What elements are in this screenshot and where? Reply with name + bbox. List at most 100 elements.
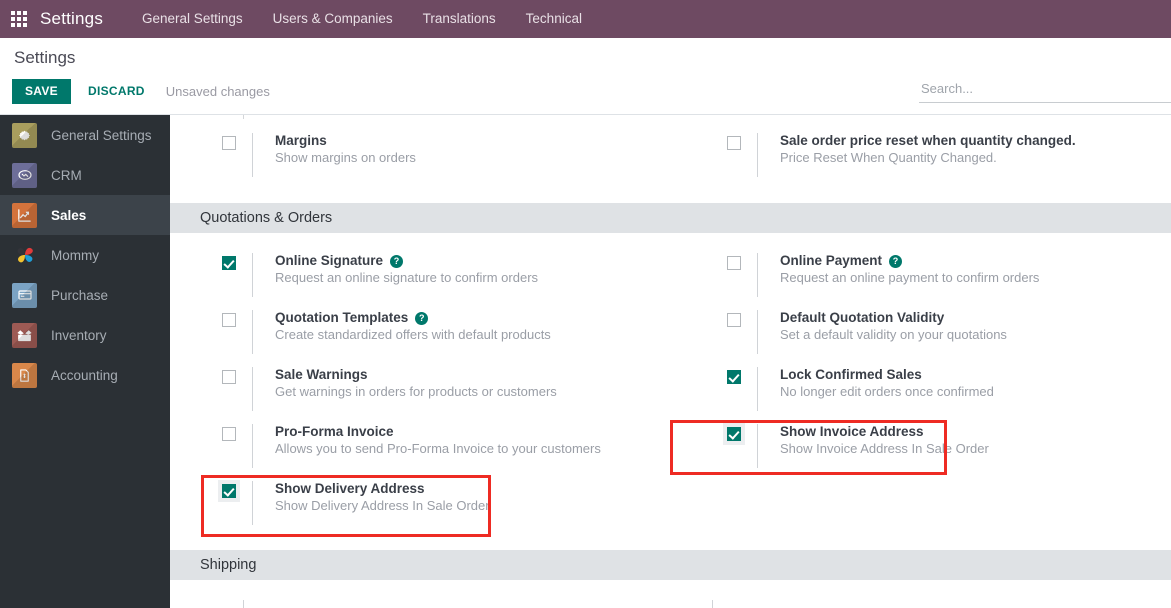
setting-row-quotation-templates[interactable]: Quotation Templates ? Create standardize… bbox=[170, 310, 675, 367]
checkbox-holder bbox=[222, 253, 252, 270]
shipping-row-divider-stub-left bbox=[243, 600, 244, 608]
sidebar-item-label: Mommy bbox=[51, 247, 99, 263]
credit-card-icon bbox=[12, 282, 37, 308]
sidebar-item-general-settings[interactable]: General Settings bbox=[0, 115, 170, 155]
setting-row-show-invoice-address[interactable]: Show Invoice Address Show Invoice Addres… bbox=[675, 423, 1171, 481]
search-input[interactable] bbox=[919, 78, 1171, 103]
row-body: Pro-Forma Invoice Allows you to send Pro… bbox=[252, 424, 601, 468]
row-body: Quotation Templates ? Create standardize… bbox=[252, 310, 551, 354]
setting-row-empty-slot bbox=[675, 481, 1171, 547]
sidebar-item-purchase[interactable]: Purchase bbox=[0, 275, 170, 315]
setting-row-online-signature[interactable]: Online Signature ? Request an online sig… bbox=[170, 253, 675, 310]
help-icon[interactable]: ? bbox=[390, 254, 404, 268]
sidebar-item-mommy[interactable]: Mommy bbox=[0, 235, 170, 275]
help-icon[interactable]: ? bbox=[889, 254, 903, 268]
checkbox-margins[interactable] bbox=[222, 136, 236, 150]
nav-item-general-settings[interactable]: General Settings bbox=[127, 0, 258, 38]
setting-description: Set a default validity on your quotation… bbox=[780, 327, 1007, 342]
setting-row-pro-forma-invoice[interactable]: Pro-Forma Invoice Allows you to send Pro… bbox=[170, 424, 675, 481]
settings-main-pane: Margins Show margins on orders Sale orde… bbox=[170, 115, 1171, 608]
section-title: Shipping bbox=[200, 557, 257, 573]
checkbox-holder bbox=[222, 133, 252, 150]
row-body: Online Payment ? Request an online payme… bbox=[757, 253, 1039, 297]
control-panel: Settings SAVE DISCARD Unsaved changes bbox=[0, 38, 1171, 115]
top-navbar: Settings General Settings Users & Compan… bbox=[0, 0, 1171, 38]
setting-title: Sale Warnings bbox=[275, 367, 368, 382]
setting-title: Online Signature ? bbox=[275, 253, 538, 269]
setting-row-default-quotation-validity[interactable]: Default Quotation Validity Set a default… bbox=[675, 310, 1171, 367]
setting-row-sale-warnings[interactable]: Sale Warnings Get warnings in orders for… bbox=[170, 367, 675, 424]
checkbox-holder bbox=[727, 367, 757, 384]
setting-row-online-payment[interactable]: Online Payment ? Request an online payme… bbox=[675, 253, 1171, 310]
row-body: Show Delivery Address Show Delivery Addr… bbox=[252, 481, 490, 525]
setting-row-margins[interactable]: Margins Show margins on orders bbox=[170, 133, 675, 190]
handshake-icon bbox=[12, 162, 37, 188]
checkbox-holder bbox=[222, 424, 252, 441]
checkbox-holder bbox=[727, 253, 757, 270]
section-rows-quotations-orders: Online Signature ? Request an online sig… bbox=[170, 233, 1171, 547]
row-body: Lock Confirmed Sales No longer edit orde… bbox=[757, 367, 994, 411]
section-header-quotations-orders: Quotations & Orders bbox=[170, 203, 1171, 233]
nav-item-translations[interactable]: Translations bbox=[408, 0, 511, 38]
setting-row-show-delivery-address[interactable]: Show Delivery Address Show Delivery Addr… bbox=[170, 480, 675, 547]
row-body: Margins Show margins on orders bbox=[252, 133, 416, 177]
checkbox-holder bbox=[222, 310, 252, 327]
setting-description: Request an online payment to confirm ord… bbox=[780, 270, 1040, 285]
checkbox-online-signature[interactable] bbox=[222, 256, 236, 270]
setting-description: No longer edit orders once confirmed bbox=[780, 384, 994, 399]
sidebar-item-label: General Settings bbox=[51, 127, 152, 143]
setting-title: Sale order price reset when quantity cha… bbox=[780, 133, 1076, 148]
setting-title: Pro-Forma Invoice bbox=[275, 424, 394, 439]
row-body: Default Quotation Validity Set a default… bbox=[757, 310, 1007, 354]
setting-description: Get warnings in orders for products or c… bbox=[275, 384, 557, 399]
setting-title: Show Invoice Address bbox=[780, 424, 924, 439]
setting-title: Default Quotation Validity bbox=[780, 310, 945, 325]
checkbox-sale-warnings[interactable] bbox=[222, 370, 236, 384]
row-body: Online Signature ? Request an online sig… bbox=[252, 253, 538, 297]
sidebar-item-sales[interactable]: Sales bbox=[0, 195, 170, 235]
checkbox-show-invoice-address[interactable] bbox=[723, 423, 745, 445]
sidebar-item-crm[interactable]: CRM bbox=[0, 155, 170, 195]
checkbox-quotation-templates[interactable] bbox=[222, 313, 236, 327]
checkbox-holder bbox=[727, 310, 757, 327]
navbar-menu: General Settings Users & Companies Trans… bbox=[127, 0, 597, 38]
nav-item-users-companies[interactable]: Users & Companies bbox=[258, 0, 408, 38]
chart-line-icon bbox=[12, 202, 37, 228]
checkbox-pro-forma-invoice[interactable] bbox=[222, 427, 236, 441]
help-icon[interactable]: ? bbox=[415, 311, 429, 325]
section-title: Quotations & Orders bbox=[200, 210, 333, 226]
discard-button[interactable]: DISCARD bbox=[78, 79, 155, 104]
setting-title: Online Payment ? bbox=[780, 253, 1039, 269]
checkbox-holder bbox=[723, 423, 757, 445]
checkbox-show-delivery-address[interactable] bbox=[218, 480, 240, 502]
setting-description: Create standardized offers with default … bbox=[275, 327, 551, 342]
save-button[interactable]: SAVE bbox=[12, 79, 71, 104]
checkbox-price-reset[interactable] bbox=[727, 136, 741, 150]
sidebar-item-label: CRM bbox=[51, 167, 82, 183]
apps-grid-icon[interactable] bbox=[0, 0, 38, 38]
setting-description: Show Delivery Address In Sale Order bbox=[275, 498, 490, 513]
sidebar-item-inventory[interactable]: Inventory bbox=[0, 315, 170, 355]
unsaved-changes-status: Unsaved changes bbox=[165, 84, 270, 99]
checkbox-default-quotation-validity[interactable] bbox=[727, 313, 741, 327]
setting-title: Lock Confirmed Sales bbox=[780, 367, 922, 382]
setting-description: Request an online signature to confirm o… bbox=[275, 270, 539, 285]
row-body: Show Invoice Address Show Invoice Addres… bbox=[757, 424, 989, 468]
checkbox-holder bbox=[218, 480, 252, 502]
search-container bbox=[919, 78, 1171, 103]
invoice-document-icon bbox=[12, 362, 37, 388]
setting-description: Allows you to send Pro-Forma Invoice to … bbox=[275, 441, 601, 456]
nav-item-technical[interactable]: Technical bbox=[511, 0, 597, 38]
setting-description: Show margins on orders bbox=[275, 150, 416, 165]
control-panel-actions: SAVE DISCARD Unsaved changes bbox=[12, 79, 270, 104]
setting-row-price-reset[interactable]: Sale order price reset when quantity cha… bbox=[675, 133, 1171, 190]
checkbox-online-payment[interactable] bbox=[727, 256, 741, 270]
setting-title: Margins bbox=[275, 133, 327, 148]
sidebar-item-label: Accounting bbox=[51, 367, 118, 383]
page-title: Settings bbox=[14, 48, 76, 67]
setting-row-lock-confirmed-sales[interactable]: Lock Confirmed Sales No longer edit orde… bbox=[675, 367, 1171, 424]
pre-section-rows: Margins Show margins on orders Sale orde… bbox=[170, 115, 1171, 190]
checkbox-lock-confirmed-sales[interactable] bbox=[727, 370, 741, 384]
sidebar-item-accounting[interactable]: Accounting bbox=[0, 355, 170, 395]
pinwheel-icon bbox=[12, 243, 37, 268]
